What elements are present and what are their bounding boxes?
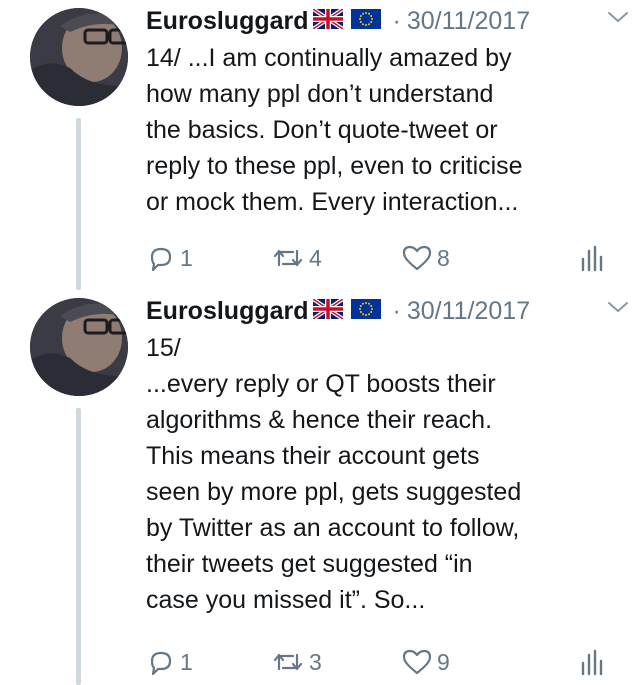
reply-button[interactable]: 1 [146, 243, 193, 273]
eu-flag-icon [350, 298, 381, 324]
like-button[interactable]: 8 [401, 243, 450, 273]
retweet-button[interactable]: 4 [271, 243, 322, 273]
tweet-header: Eurosluggard · 30/11/2017 [146, 4, 616, 38]
uk-flag-icon [311, 296, 344, 324]
thread-line [76, 118, 81, 290]
analytics-button[interactable] [578, 647, 604, 677]
like-count: 8 [437, 244, 450, 271]
like-button[interactable]: 9 [401, 647, 450, 677]
chevron-down-icon[interactable] [606, 8, 630, 26]
tweet[interactable]: Eurosluggard · 30/11/2017 [0, 0, 640, 290]
separator: · [392, 6, 401, 35]
avatar[interactable] [30, 8, 128, 106]
reply-icon [150, 247, 172, 272]
tweet-text: 15/ ...every reply or QT boosts their al… [146, 334, 522, 614]
retweet-button[interactable]: 3 [271, 647, 322, 677]
eu-flag-icon [350, 8, 381, 34]
avatar[interactable] [30, 298, 128, 396]
tweet-date[interactable]: 30/11/2017 [407, 7, 530, 36]
reply-icon [150, 651, 172, 676]
reply-count: 1 [180, 648, 193, 675]
tweet-date[interactable]: 30/11/2017 [407, 297, 530, 326]
analytics-icon [581, 245, 603, 272]
separator: · [392, 296, 401, 325]
retweet-icon [273, 249, 303, 267]
tweet-header: Eurosluggard · 30/11/2017 [146, 294, 616, 328]
retweet-icon [273, 653, 303, 671]
author-name[interactable]: Eurosluggard [146, 7, 309, 36]
retweet-count: 3 [309, 648, 322, 675]
reply-button[interactable]: 1 [146, 647, 193, 677]
analytics-icon [581, 649, 603, 676]
tweet-actions: 1 3 9 [146, 642, 616, 682]
analytics-button[interactable] [578, 243, 604, 273]
thread-line [76, 408, 81, 685]
reply-count: 1 [180, 244, 193, 271]
like-count: 9 [437, 648, 450, 675]
author-name[interactable]: Eurosluggard [146, 297, 309, 326]
tweet-actions: 1 4 8 [146, 238, 616, 278]
tweet-text: 14/ ...I am continually amazed by how ma… [146, 44, 523, 216]
retweet-count: 4 [309, 244, 322, 271]
heart-icon [402, 649, 432, 675]
chevron-down-icon[interactable] [606, 298, 630, 316]
heart-icon [402, 245, 432, 271]
uk-flag-icon [311, 6, 344, 34]
tweet[interactable]: Eurosluggard · 30/11/2017 [0, 290, 640, 685]
